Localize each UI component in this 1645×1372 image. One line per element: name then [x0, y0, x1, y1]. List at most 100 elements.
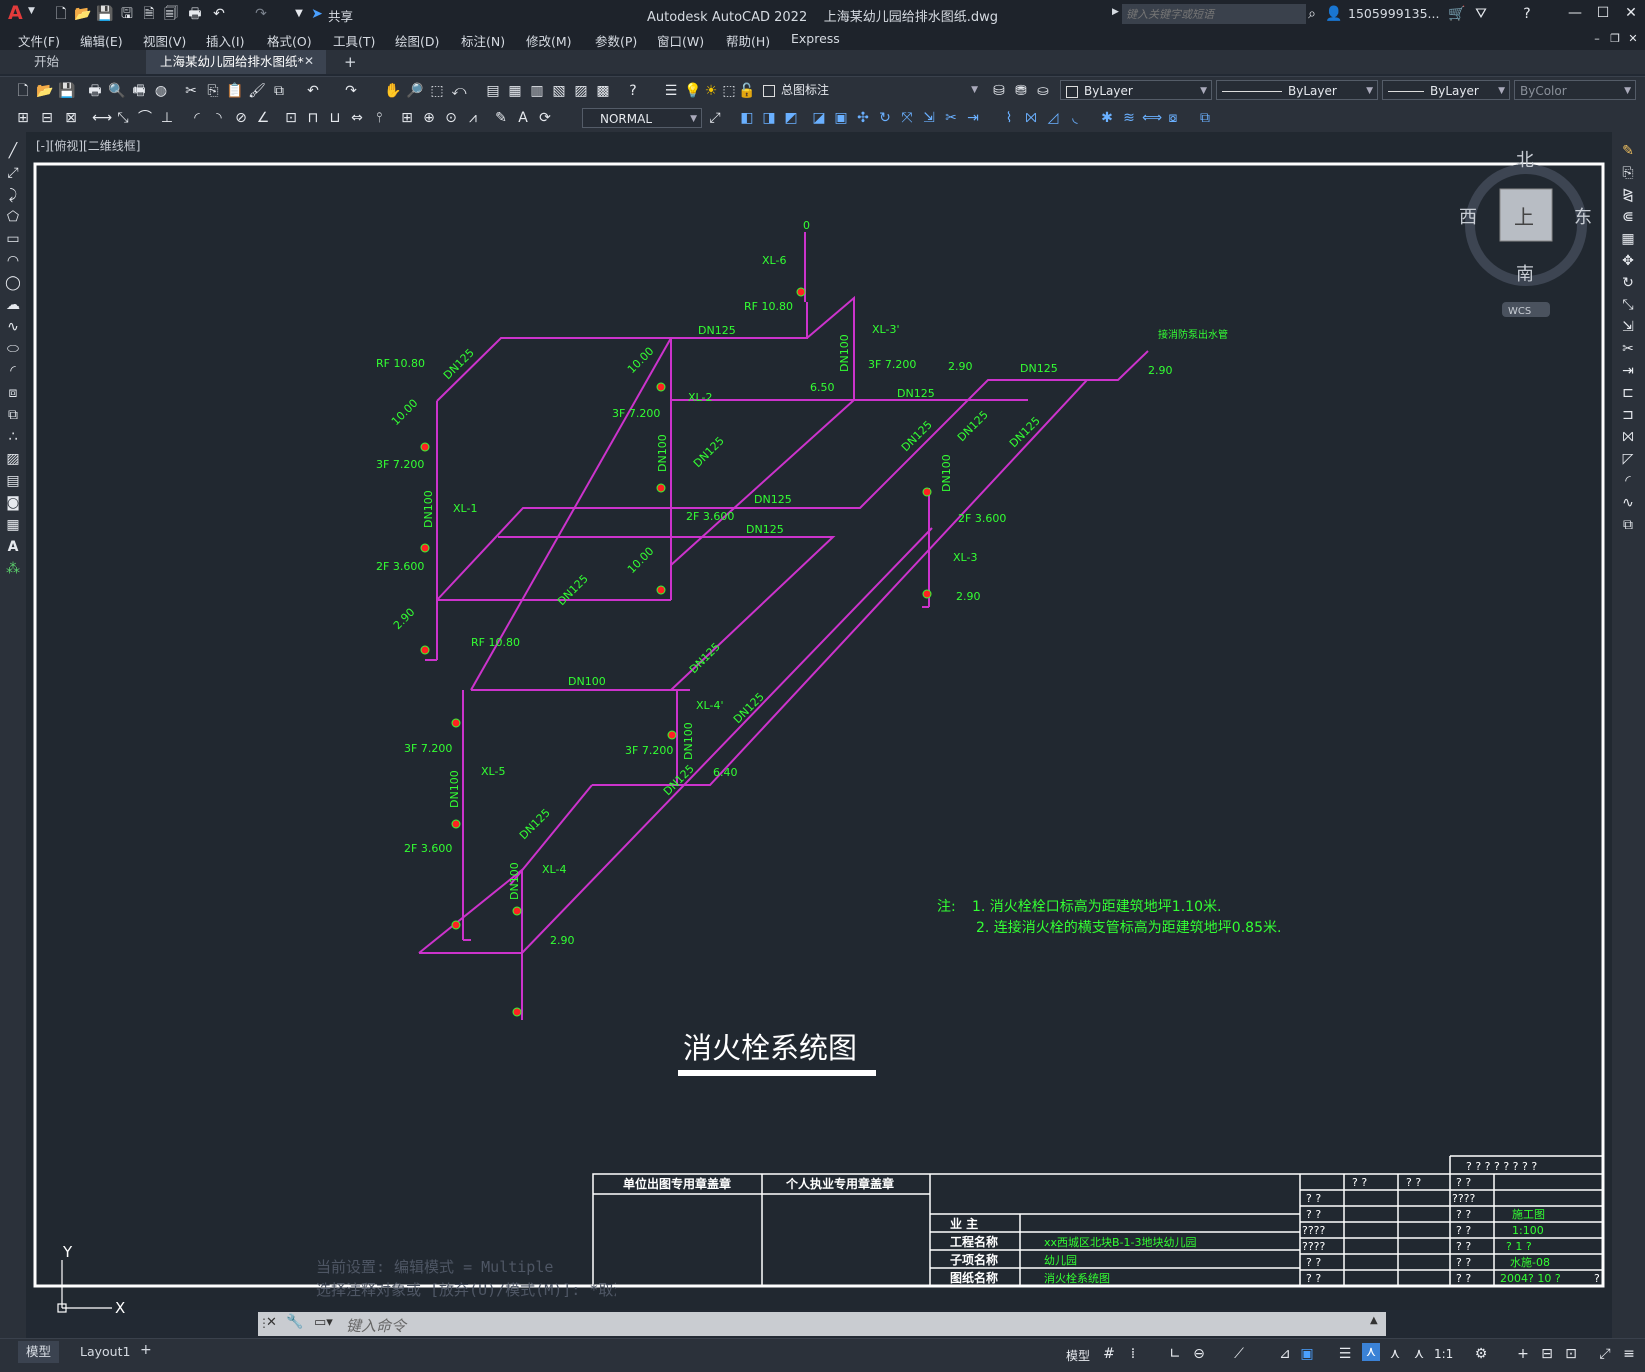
tb-q2-j: ? ?	[1456, 1256, 1471, 1269]
tb-stamp1: 单位出图专用章盖章	[623, 1176, 731, 1191]
command-up-icon[interactable]: ▲	[1370, 1315, 1378, 1326]
hydrant-7	[796, 287, 806, 297]
label-dn100c: DN100	[422, 490, 435, 528]
command-history: 当前设置: 编辑模式 = Multiple 选择注释对象或 [放弃(U)/模式(…	[316, 1256, 616, 1300]
annotation-scale-icon[interactable]: ⋏	[1410, 1345, 1428, 1363]
label-v640: 6.40	[713, 766, 738, 779]
tb-q4-c: ????	[1302, 1240, 1326, 1253]
label-xl2: XL-2	[688, 391, 712, 404]
sheet-border	[33, 162, 1605, 1288]
workspace-gear-icon[interactable]: ⚙	[1472, 1345, 1490, 1363]
viewcube-east: 东	[1574, 207, 1592, 228]
tb-q2-i: ? ?	[1306, 1256, 1321, 1269]
viewcube[interactable]: 上 北 南 西 东 WCS	[1459, 150, 1592, 317]
label-v290a: 2.90	[948, 360, 973, 373]
hydrant-8	[922, 487, 932, 497]
label-v290d: 2.90	[391, 606, 418, 633]
label-dn100b: DN100	[656, 434, 669, 472]
hydrant-9	[922, 589, 932, 599]
tb-q2-e: ? ?	[1306, 1208, 1321, 1221]
tb-project-label: 工程名称	[950, 1234, 998, 1249]
polar-icon[interactable]: ⊖	[1190, 1345, 1208, 1363]
tb-date: 2004? 10 ?	[1500, 1272, 1561, 1285]
tb-sub-label: 子项名称	[950, 1252, 998, 1267]
label-dn125a: DN125	[698, 324, 736, 337]
hydrant-4	[656, 382, 666, 392]
auto-scale-icon[interactable]: ⋏	[1386, 1345, 1404, 1363]
label-v290c: 2.90	[956, 590, 981, 603]
annotation-monitor-icon[interactable]: +	[1514, 1345, 1532, 1363]
isodraft-icon[interactable]: ⟋	[1230, 1345, 1248, 1363]
label-dn125f: DN125	[899, 418, 935, 454]
label-v0: 0	[803, 219, 810, 232]
osnap-3d-icon[interactable]: ▣	[1298, 1345, 1316, 1363]
label-dn100h: DN100	[508, 862, 521, 900]
hydrant-15	[512, 1007, 522, 1017]
label-f3c: 3F 7.200	[376, 458, 424, 471]
ucs-y-label: Y	[62, 1243, 73, 1261]
label-xl1: XL-1	[453, 502, 477, 515]
label-f3e: 3F 7.200	[625, 744, 673, 757]
tb-q2-a: ? ?	[1352, 1176, 1367, 1189]
quick-properties-icon[interactable]: ⊡	[1562, 1345, 1580, 1363]
annotation-visibility-icon[interactable]: ⋏	[1362, 1343, 1380, 1361]
label-f2b: 2F 3.600	[958, 512, 1006, 525]
hydrant-3	[420, 645, 430, 655]
model-space-button[interactable]: 模型	[1066, 1347, 1090, 1364]
title-block	[592, 1155, 1604, 1287]
label-f2c: 2F 3.600	[376, 560, 424, 573]
tb-q2-k: ? ?	[1306, 1272, 1321, 1285]
hydrant-6	[656, 585, 666, 595]
hydrant-10	[451, 718, 461, 728]
label-xl3: XL-3	[953, 551, 977, 564]
command-history-line1: 当前设置: 编辑模式 = Multiple	[316, 1258, 554, 1276]
fullscreen-icon[interactable]: ⤢	[1596, 1345, 1614, 1363]
lineweight-icon[interactable]: ☰	[1336, 1345, 1354, 1363]
hydrant-12	[451, 920, 461, 930]
hydrant-1	[420, 442, 430, 452]
title-underline	[678, 1070, 876, 1076]
label-dn125i: DN125	[754, 493, 792, 506]
tb-drawno: 水施-08	[1510, 1256, 1550, 1269]
notes-line2: 2. 连接消火栓的横支管标高为距建筑地坪0.85米.	[976, 919, 1281, 936]
tb-q2-c: ? ?	[1456, 1176, 1471, 1189]
hydrant-5	[656, 483, 666, 493]
grid-icon[interactable]: #	[1100, 1345, 1118, 1363]
label-f3a: 3F 7.200	[868, 358, 916, 371]
annotation-scale-value[interactable]: 1:1	[1434, 1347, 1453, 1361]
tb-q1: ?	[1594, 1272, 1600, 1285]
ortho-icon[interactable]: ∟	[1166, 1345, 1184, 1363]
snap-icon[interactable]: ⁞	[1124, 1345, 1142, 1363]
tb-project-value: xx西城区北块B-1-3地块幼儿园	[1044, 1236, 1197, 1249]
layout-tab-add[interactable]: +	[140, 1342, 152, 1358]
label-f2a: 2F 3.600	[686, 510, 734, 523]
tb-q2-h: ? ?	[1456, 1240, 1471, 1253]
command-input[interactable]: 键入命令	[346, 1315, 406, 1336]
label-f3d: 3F 7.200	[404, 742, 452, 755]
label-dn125g: DN125	[955, 408, 991, 444]
label-dn125o: DN125	[517, 806, 553, 842]
hydrant-2	[420, 543, 430, 553]
label-dn100e: DN100	[568, 675, 606, 688]
tb-stamp2: 个人执业专用章盖章	[785, 1176, 894, 1191]
command-close-icon[interactable]: ✕	[266, 1315, 277, 1330]
label-pump: 接消防泵出水管	[1158, 328, 1228, 341]
tb-sub-value: 幼儿园	[1044, 1254, 1077, 1267]
label-dn125k: DN125	[555, 572, 591, 608]
drawing-title: 消火栓系统图	[683, 1031, 857, 1065]
units-icon[interactable]: ⊟	[1538, 1345, 1556, 1363]
command-line[interactable]: ⋮ ✕ 🔧 ▭▾ 键入命令 ▲	[258, 1312, 1386, 1336]
customize-status-icon[interactable]: ≡	[1620, 1345, 1638, 1363]
layout-tab-model[interactable]: 模型	[18, 1341, 60, 1363]
layout-tab-layout1[interactable]: Layout1	[72, 1341, 138, 1363]
command-settings-icon[interactable]: 🔧	[286, 1314, 303, 1330]
notes: 注: 1. 消火栓栓口标高为距建筑地坪1.10米. 2. 连接消火栓的横支管标高…	[937, 898, 1281, 936]
tb-q2-b: ? ?	[1406, 1176, 1421, 1189]
tb-stage: 施工图	[1512, 1208, 1545, 1221]
tb-q4-b: ????	[1302, 1224, 1326, 1237]
label-xl3p: XL-3'	[872, 323, 899, 336]
tb-scale: 1:100	[1512, 1224, 1544, 1237]
label-xl6: XL-6	[762, 254, 786, 267]
osnap-icon[interactable]: ⊿	[1276, 1345, 1294, 1363]
command-prompt-icon[interactable]: ▭▾	[314, 1315, 333, 1330]
